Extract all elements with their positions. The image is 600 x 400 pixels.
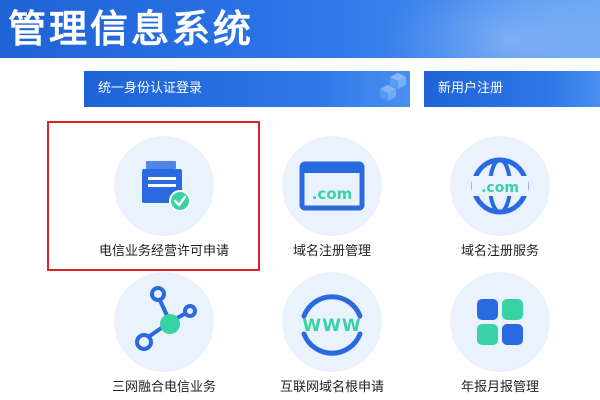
new-user-register-bar[interactable]: 新用户注册	[424, 71, 600, 107]
tile-icon-background	[450, 272, 550, 372]
tile-icon-background	[114, 272, 214, 372]
unified-login-bar[interactable]: 统一身份认证登录	[84, 71, 410, 107]
tile-telecom-license-application[interactable]: 电信业务经营许可申请	[84, 136, 244, 266]
dotcom-window-icon: .com	[299, 161, 365, 211]
unified-login-label: 统一身份认证登录	[98, 81, 203, 96]
network-nodes-icon	[135, 286, 197, 351]
tile-domain-root-application[interactable]: WWW 互联网域名根申请	[252, 272, 412, 400]
license-application-icon	[142, 161, 191, 212]
tile-label: 三网融合电信业务	[111, 380, 216, 395]
tile-domain-registration-service[interactable]: .com 域名注册服务	[420, 136, 580, 266]
tile-icon-background	[114, 136, 214, 236]
dotcom-text: .com	[481, 180, 519, 196]
tile-domain-registration-management[interactable]: .com 域名注册管理	[252, 136, 412, 266]
tile-label: 电信业务经营许可申请	[98, 244, 229, 259]
tile-report-management[interactable]: 年报月报管理	[420, 272, 580, 400]
tile-icon-background: .com	[450, 136, 550, 236]
cubes-decoration-icon	[380, 73, 406, 101]
tile-label: 年报月报管理	[460, 380, 539, 395]
dotcom-globe-icon: .com	[471, 157, 529, 215]
tile-label: 域名注册服务	[460, 244, 539, 259]
header-banner: 管理信息系统	[0, 0, 600, 58]
tile-icon-background: WWW	[282, 272, 382, 372]
tile-triple-network-convergence[interactable]: 三网融合电信业务	[84, 272, 244, 400]
tile-label: 互联网域名根申请	[279, 380, 384, 395]
www-text: WWW	[302, 316, 361, 336]
tile-icon-background: .com	[282, 136, 382, 236]
tile-label: 域名注册管理	[292, 244, 371, 259]
new-user-register-label: 新用户注册	[438, 81, 504, 96]
dotcom-text: .com	[312, 185, 353, 203]
page-title: 管理信息系统	[8, 7, 255, 51]
report-grid-icon	[477, 299, 523, 345]
www-icon: WWW	[301, 294, 363, 356]
